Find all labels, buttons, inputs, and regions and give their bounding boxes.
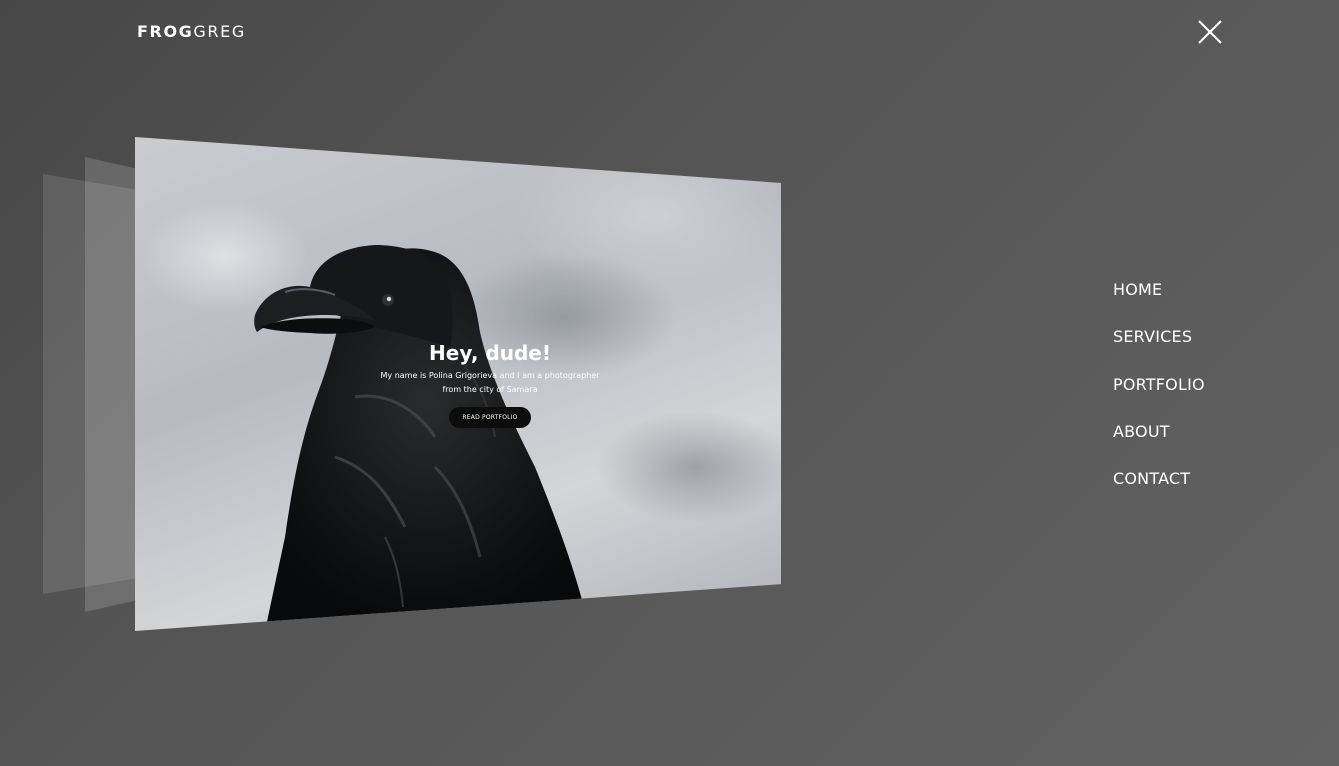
menu-item-contact[interactable]: CONTACT: [1113, 465, 1205, 512]
read-portfolio-button[interactable]: READ PORTFOLIO: [449, 407, 531, 428]
menu-item-portfolio[interactable]: PORTFOLIO: [1113, 371, 1205, 418]
menu-item-services[interactable]: SERVICES: [1113, 323, 1205, 370]
hero-title: Hey, dude!: [429, 341, 551, 365]
main-menu: HOME SERVICES PORTFOLIO ABOUT CONTACT: [1113, 276, 1205, 512]
menu-item-home[interactable]: HOME: [1113, 276, 1205, 323]
current-page-preview[interactable]: Hey, dude! My name is Polina Grigorieva …: [135, 137, 781, 631]
hero-description: My name is Polina Grigorieva and I am a …: [380, 371, 600, 394]
hero-content: Hey, dude! My name is Polina Grigorieva …: [350, 337, 630, 428]
menu-item-about[interactable]: ABOUT: [1113, 418, 1205, 465]
